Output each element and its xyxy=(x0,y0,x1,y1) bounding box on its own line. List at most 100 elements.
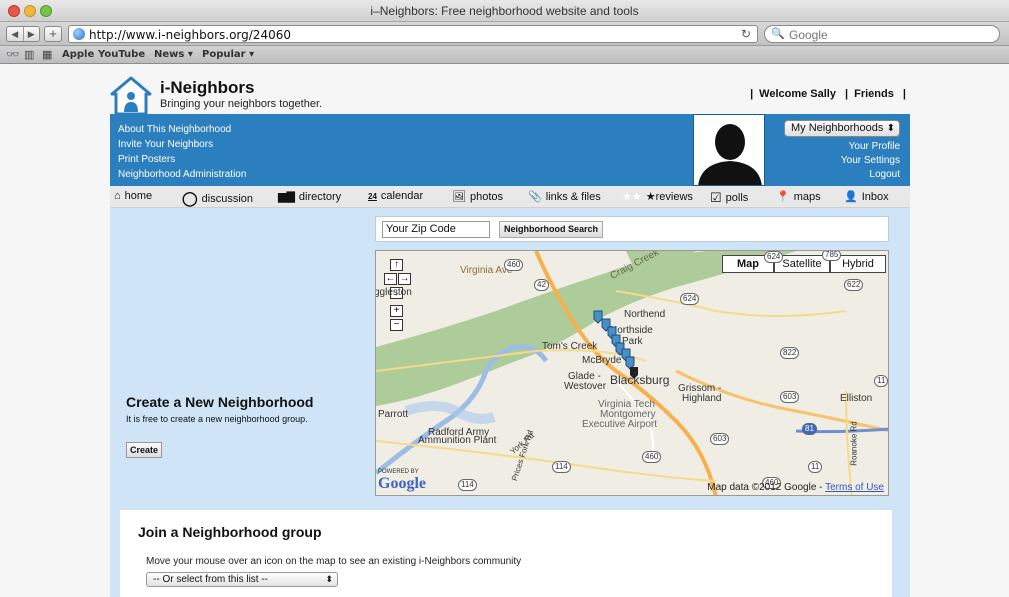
nav-maps[interactable]: 📍 maps xyxy=(776,190,821,204)
zoom-out-button[interactable]: − xyxy=(390,319,403,331)
neighborhood-links: About This Neighborhood Invite Your Neig… xyxy=(118,122,246,182)
site-name[interactable]: i-Neighbors xyxy=(160,78,254,98)
my-neighborhoods-select[interactable]: My Neighborhoods ⬍ xyxy=(784,120,900,137)
road-shield: 114 xyxy=(458,479,477,491)
add-bookmark-button[interactable]: + xyxy=(44,26,62,42)
nav-discussion[interactable]: ◯ discussion xyxy=(182,190,253,207)
window-title: i–Neighbors: Free neighborhood website a… xyxy=(370,4,639,18)
top-sites-grid-icon[interactable]: ▦ xyxy=(42,48,52,61)
nav-calendar[interactable]: 24 calendar xyxy=(368,190,423,202)
site-tagline: Bringing your neighbors together. xyxy=(160,98,323,110)
road-shield: 624 xyxy=(680,293,700,305)
road-shield: 460 xyxy=(642,451,662,463)
logout-link[interactable]: Logout xyxy=(841,168,900,182)
houses-icon: ▆▇ xyxy=(278,191,295,203)
nav-home[interactable]: ⌂ home xyxy=(114,190,152,202)
road-shield: 822 xyxy=(780,347,800,359)
terms-of-use-link[interactable]: Terms of Use xyxy=(825,482,884,493)
nav-polls[interactable]: ☑ polls xyxy=(710,190,748,206)
map-label: Highland xyxy=(682,393,722,404)
window-titlebar: i–Neighbors: Free neighborhood website a… xyxy=(0,0,1009,22)
reader-icon[interactable]: 👓 xyxy=(6,48,20,61)
pan-up-button[interactable]: ↑ xyxy=(390,259,403,271)
about-neighborhood-link[interactable]: About This Neighborhood xyxy=(118,122,246,137)
search-icon: 🔍 xyxy=(771,28,785,40)
nav-reviews[interactable]: ★★ ★reviews xyxy=(622,190,693,203)
back-forward-buttons: ◀ ▶ xyxy=(6,26,40,42)
map-pin-icon: 📍 xyxy=(776,191,790,203)
road-shield: 603 xyxy=(710,433,730,445)
your-settings-link[interactable]: Your Settings xyxy=(841,154,900,168)
search-placeholder: Google xyxy=(789,28,828,42)
join-title: Join a Neighborhood group xyxy=(138,524,322,540)
map-label: Elliston xyxy=(840,393,873,404)
map-label: Ammunition Plant xyxy=(418,435,497,446)
road-shield: 42 xyxy=(534,279,549,291)
neighborhood-map[interactable]: Map Satellite Hybrid ↑ ← → ↓ + − Virgini… xyxy=(375,250,889,496)
calendar-icon: 24 xyxy=(368,191,377,201)
join-desc: Move your mouse over an icon on the map … xyxy=(146,556,522,567)
create-button[interactable]: Create xyxy=(126,442,163,458)
main-content: Your Zip Code Neighborhood Search Map Sa… xyxy=(110,208,910,597)
create-neighborhood-desc: It is free to create a new neighborhood … xyxy=(126,414,308,424)
user-links: | Welcome Sally | Friends | xyxy=(750,88,906,100)
neighborhood-bar: About This Neighborhood Invite Your Neig… xyxy=(110,114,910,186)
invite-neighbors-link[interactable]: Invite Your Neighbors xyxy=(118,137,246,152)
zip-code-input[interactable]: Your Zip Code xyxy=(382,221,490,238)
nav-photos[interactable]: 🖼 photos xyxy=(452,190,503,204)
nav-directory[interactable]: ▆▇ directory xyxy=(278,190,341,204)
neighborhood-marker-icon[interactable] xyxy=(593,310,603,324)
house-logo-icon[interactable] xyxy=(110,76,152,116)
avatar[interactable] xyxy=(693,114,765,186)
bookmarks-book-icon[interactable]: ▥ xyxy=(24,48,34,61)
url-bar[interactable]: http://www.i-neighbors.org/24060 ↻ xyxy=(68,25,758,43)
road-shield: 603 xyxy=(780,391,800,403)
road-shield: 11 xyxy=(808,461,823,473)
paperclip-icon: 📎 xyxy=(528,191,542,203)
nav-links-files[interactable]: 📎 links & files xyxy=(528,190,601,204)
forward-button[interactable]: ▶ xyxy=(24,27,40,41)
photo-icon: 🖼 xyxy=(452,191,466,203)
your-profile-link[interactable]: Your Profile xyxy=(841,140,900,154)
stars-icon: ★★ xyxy=(622,191,642,203)
bookmarks-bar: 👓 ▥ ▦ Apple YouTube News ▾ Popular ▾ xyxy=(0,46,1009,64)
map-label: Executive Airport xyxy=(582,419,658,430)
browser-search-input[interactable]: 🔍 Google xyxy=(764,25,1000,43)
bookmark-apple[interactable]: Apple xyxy=(62,49,94,60)
friends-link[interactable]: Friends xyxy=(854,88,894,100)
neighborhood-markers xyxy=(593,310,638,379)
neighborhood-search-button[interactable]: Neighborhood Search xyxy=(499,221,604,238)
road-shield: 624 xyxy=(764,251,784,263)
bookmark-popular[interactable]: Popular ▾ xyxy=(202,49,254,60)
select-arrows-icon: ⬍ xyxy=(886,123,895,134)
bookmark-youtube[interactable]: YouTube xyxy=(98,49,145,60)
pan-right-button[interactable]: → xyxy=(398,273,411,285)
welcome-link[interactable]: Welcome Sally xyxy=(759,88,836,100)
checkbox-icon: ☑ xyxy=(710,190,722,205)
create-neighborhood-title: Create a New Neighborhood xyxy=(126,394,314,410)
road-shield: 460 xyxy=(504,259,524,271)
google-logo[interactable]: POWERED BY Google xyxy=(378,469,426,493)
pan-left-button[interactable]: ← xyxy=(384,273,397,285)
browser-toolbar: ◀ ▶ + http://www.i-neighbors.org/24060 ↻… xyxy=(0,22,1009,46)
print-posters-link[interactable]: Print Posters xyxy=(118,152,246,167)
speech-bubble-icon: ◯ xyxy=(182,190,198,206)
bookmark-news[interactable]: News ▾ xyxy=(154,49,193,60)
join-neighborhood-panel: Join a Neighborhood group Move your mous… xyxy=(120,510,892,597)
zip-search-bar: Your Zip Code Neighborhood Search xyxy=(375,216,889,242)
road-shield: 622 xyxy=(844,279,864,291)
globe-icon xyxy=(73,28,85,40)
reload-icon[interactable]: ↻ xyxy=(741,27,751,41)
road-shield: 114 xyxy=(552,461,571,473)
person-icon: 👤 xyxy=(844,191,858,203)
back-button[interactable]: ◀ xyxy=(7,27,24,41)
neighborhood-list-select[interactable]: -- Or select from this list -- ⬍ xyxy=(146,572,338,587)
map-attribution: Map data ©2012 Google - Terms of Use xyxy=(707,482,884,493)
nav-inbox[interactable]: 👤 Inbox xyxy=(844,190,889,204)
selected-marker-icon[interactable] xyxy=(630,367,638,379)
zoom-in-button[interactable]: + xyxy=(390,305,403,317)
neighborhood-admin-link[interactable]: Neighborhood Administration xyxy=(118,167,246,182)
map-label: Roanoke Rd xyxy=(849,421,859,466)
map-label: Parrott xyxy=(378,409,409,420)
map-label: Tom's Creek xyxy=(542,341,598,352)
